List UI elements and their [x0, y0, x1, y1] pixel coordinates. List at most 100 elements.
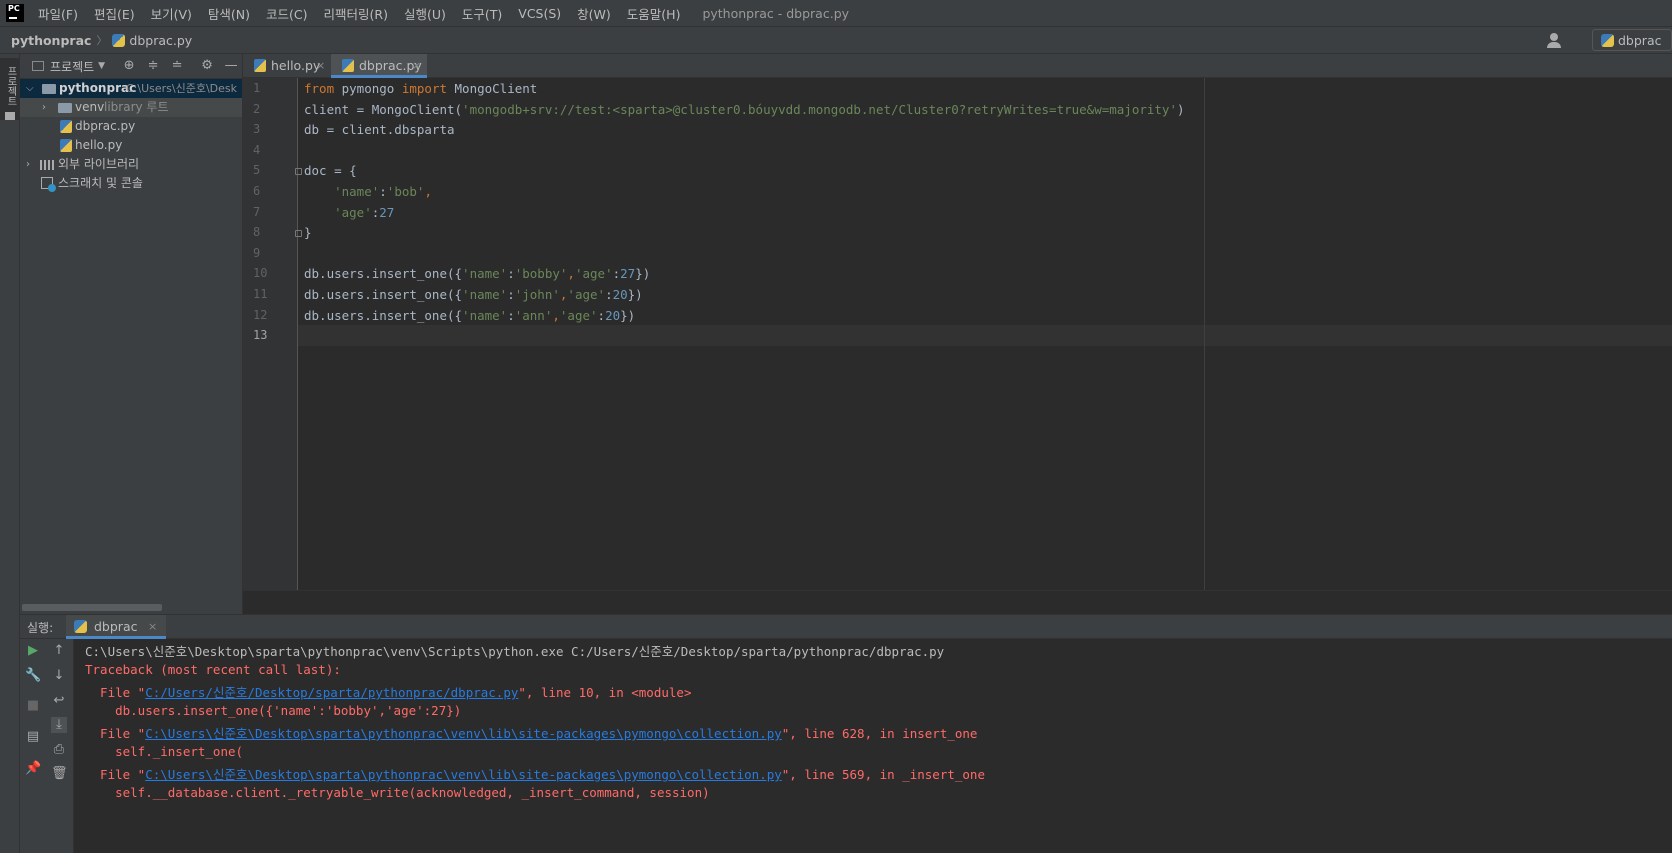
- code-line-3: db = client.dbsparta: [304, 122, 455, 137]
- left-tool-window-strip: 프로젝트: [0, 54, 20, 853]
- print-icon[interactable]: ⎙: [51, 742, 67, 758]
- project-tool-window-button[interactable]: 프로젝트: [0, 58, 19, 120]
- tree-item-pythonprac[interactable]: ⌵ pythonprac C:\Users\신준호\Desk: [20, 79, 242, 98]
- breadcrumb-project[interactable]: pythonprac: [11, 33, 91, 48]
- menu-help[interactable]: 도움말(H): [619, 4, 689, 23]
- current-line-highlight: [298, 325, 1672, 346]
- menu-tools[interactable]: 도구(T): [454, 4, 510, 23]
- pin-icon[interactable]: 📌: [25, 761, 41, 777]
- user-icon[interactable]: [1546, 30, 1570, 50]
- collapse-all-icon[interactable]: ≐: [169, 58, 185, 74]
- traceback-link[interactable]: C:/Users/신준호/Desktop/sparta/pythonprac/d…: [145, 685, 518, 700]
- tree-item-scratches[interactable]: 스크래치 및 콘솔: [20, 174, 242, 193]
- line-number-gutter: 1 2 3 4 5 6 7 8 9 10 11 12 13: [243, 78, 302, 590]
- console-line: self.__database.client._retryable_write(…: [85, 785, 710, 800]
- chevron-down-icon[interactable]: ▼: [98, 61, 105, 71]
- run-configuration-selector[interactable]: dbprac: [1592, 29, 1672, 51]
- project-panel: 프로젝트 ▼ ⊕ ≑ ≐ ⚙ — ⌵ pythonprac C:\Users\신…: [20, 54, 243, 614]
- code-line-2: client = MongoClient('mongodb+srv://test…: [304, 102, 1185, 117]
- fold-marker-icon[interactable]: [295, 168, 302, 175]
- chevron-right-icon[interactable]: ›: [42, 98, 46, 117]
- tree-item-dbprac[interactable]: dbprac.py: [20, 117, 242, 136]
- traceback-link[interactable]: C:\Users\신준호\Desktop\sparta\pythonprac\v…: [145, 767, 782, 782]
- code-line-6: 'name':'bob',: [334, 184, 432, 199]
- tree-venv-name: venv: [75, 100, 105, 114]
- code-line-8: }: [304, 225, 312, 240]
- arrow-up-icon[interactable]: ↑: [51, 643, 67, 659]
- tree-external-libs: 외부 라이브러리: [58, 157, 140, 171]
- code-line-5: doc = {: [304, 163, 357, 178]
- run-panel-header: 실행: dbprac ×: [20, 614, 1672, 639]
- line-number: 2: [253, 102, 261, 116]
- menu-run[interactable]: 실행(U): [396, 4, 454, 23]
- console-line: File "C:\Users\신준호\Desktop\sparta\python…: [85, 726, 978, 741]
- breadcrumb-separator: 〉: [96, 34, 108, 47]
- menu-file[interactable]: 파일(F): [30, 4, 86, 23]
- project-tool-label: 프로젝트: [5, 66, 16, 106]
- run-config-label: dbprac: [1618, 32, 1662, 48]
- menu-edit[interactable]: 편집(E): [86, 4, 143, 23]
- close-icon[interactable]: ×: [316, 54, 325, 78]
- folder-icon: [58, 103, 72, 113]
- tree-item-external-libraries[interactable]: › 외부 라이브러리: [20, 155, 242, 174]
- tree-root-name: pythonprac: [59, 81, 137, 95]
- editor-bottom-area: [243, 590, 1672, 614]
- close-icon[interactable]: ×: [148, 615, 157, 639]
- console-line: db.users.insert_one({'name':'bobby','age…: [85, 703, 462, 718]
- menu-navigate[interactable]: 탐색(N): [200, 4, 258, 23]
- line-number: 13: [253, 328, 268, 342]
- tab-dbprac-py[interactable]: dbprac.py ×: [331, 54, 427, 78]
- line-number: 6: [253, 184, 261, 198]
- rerun-play-icon[interactable]: ▶: [25, 643, 41, 659]
- tree-item-venv[interactable]: › venv library 루트: [20, 98, 242, 117]
- code-line-10: db.users.insert_one({'name':'bobby','age…: [304, 266, 651, 281]
- menu-code[interactable]: 코드(C): [258, 4, 315, 23]
- menu-vcs[interactable]: VCS(S): [510, 6, 569, 21]
- horizontal-scrollbar[interactable]: [22, 604, 162, 611]
- hide-minus-icon[interactable]: —: [223, 58, 239, 74]
- console-line: Traceback (most recent call last):: [85, 662, 341, 677]
- locate-target-icon[interactable]: ⊕: [121, 58, 137, 74]
- scroll-to-end-icon[interactable]: ⤓: [51, 717, 67, 733]
- project-view-selector[interactable]: 프로젝트: [50, 58, 94, 75]
- menu-window[interactable]: 창(W): [569, 4, 619, 23]
- menu-refactor[interactable]: 리팩터링(R): [316, 4, 396, 23]
- folder-icon: [5, 112, 15, 120]
- chevron-right-icon[interactable]: ›: [26, 155, 30, 174]
- layout-icon[interactable]: ▤: [25, 729, 41, 745]
- tree-file-hello: hello.py: [75, 138, 123, 152]
- run-console-output[interactable]: C:\Users\신준호\Desktop\sparta\pythonprac\v…: [74, 639, 1672, 853]
- line-number: 5: [253, 163, 261, 177]
- tree-item-hello[interactable]: hello.py: [20, 136, 242, 155]
- python-file-icon: [342, 59, 354, 72]
- fold-marker-icon[interactable]: [295, 230, 302, 237]
- menu-bar: PC 파일(F) 편집(E) 보기(V) 탐색(N) 코드(C) 리팩터링(R)…: [0, 0, 1672, 26]
- scratch-icon: [41, 177, 56, 192]
- stop-icon[interactable]: ■: [25, 698, 41, 714]
- python-file-icon: [254, 59, 266, 72]
- expand-all-icon[interactable]: ≑: [145, 58, 161, 74]
- python-file-icon: [60, 139, 72, 152]
- close-icon[interactable]: ×: [412, 54, 421, 78]
- project-view-icon: [32, 61, 44, 71]
- gear-icon[interactable]: ⚙: [199, 58, 215, 74]
- wrench-icon[interactable]: 🔧: [25, 668, 41, 684]
- line-number: 10: [253, 266, 268, 280]
- code-editor[interactable]: 1 2 3 4 5 6 7 8 9 10 11 12 13 from pymon…: [243, 78, 1672, 590]
- library-icon: [40, 160, 54, 170]
- chevron-down-icon[interactable]: ⌵: [26, 79, 34, 98]
- trash-icon[interactable]: 🗑: [51, 766, 68, 782]
- menu-view[interactable]: 보기(V): [143, 4, 200, 23]
- window-title: pythonprac - dbprac.py: [702, 5, 850, 21]
- breadcrumb-file[interactable]: dbprac.py: [129, 33, 192, 48]
- traceback-link[interactable]: C:\Users\신준호\Desktop\sparta\pythonprac\v…: [145, 726, 782, 741]
- run-tab-dbprac[interactable]: dbprac ×: [66, 615, 166, 639]
- tab-hello-py[interactable]: hello.py ×: [243, 54, 331, 78]
- python-file-icon: [112, 33, 126, 47]
- soft-wrap-icon[interactable]: ↩: [51, 693, 67, 709]
- arrow-down-icon[interactable]: ↓: [51, 668, 67, 684]
- navigation-bar: pythonprac 〉 dbprac.py dbprac: [0, 26, 1672, 54]
- project-toolbar: 프로젝트 ▼ ⊕ ≑ ≐ ⚙ —: [20, 54, 242, 79]
- line-number: 3: [253, 122, 261, 136]
- line-number: 9: [253, 246, 261, 260]
